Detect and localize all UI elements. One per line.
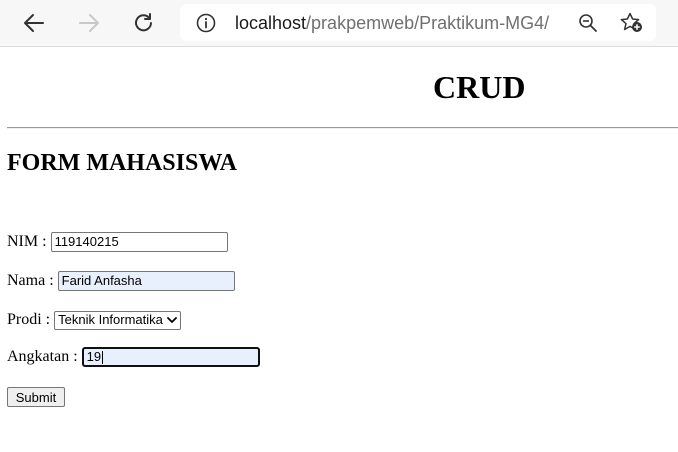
back-button[interactable] <box>18 7 50 39</box>
info-icon[interactable] <box>196 13 216 33</box>
zoom-icon[interactable] <box>578 13 598 33</box>
nim-field[interactable]: 119140215 <box>50 232 228 252</box>
angkatan-value: 19 <box>86 349 102 364</box>
angkatan-field[interactable]: 19 <box>81 347 260 367</box>
forward-button[interactable] <box>73 7 105 39</box>
url-path: /prakpemweb/Praktikum-MG4/ <box>306 13 550 33</box>
nim-row: NIM : 119140215 <box>7 232 228 252</box>
nama-label: Nama : <box>7 272 54 289</box>
nim-value: 119140215 <box>54 234 119 249</box>
page-title: CRUD <box>433 69 526 105</box>
form-title: FORM MAHASISWA <box>7 150 238 176</box>
nama-row: Nama : Farid Anfasha <box>7 271 235 291</box>
url-host: localhost <box>235 13 307 33</box>
favorite-add-icon[interactable] <box>620 12 644 34</box>
prodi-select[interactable]: Teknik Informatika <box>54 310 181 330</box>
nim-label: NIM : <box>7 233 47 250</box>
text-caret <box>102 350 104 364</box>
nama-value: Farid Anfasha <box>61 273 142 288</box>
address-bar[interactable]: localhost/prakpemweb/Praktikum-MG4/ <box>180 4 656 41</box>
browser-toolbar: localhost/prakpemweb/Praktikum-MG4/ <box>0 0 678 47</box>
back-icon <box>24 14 44 32</box>
angkatan-label: Angkatan : <box>7 348 78 365</box>
prodi-row: Prodi : Teknik Informatika <box>7 310 181 330</box>
divider <box>7 127 678 129</box>
prodi-selected: Teknik Informatika <box>58 312 163 327</box>
forward-icon <box>79 14 99 32</box>
submit-button[interactable]: Submit <box>7 387 65 407</box>
angkatan-row: Angkatan : 19 <box>7 347 260 367</box>
reload-button[interactable] <box>128 7 160 39</box>
prodi-label: Prodi : <box>7 311 51 328</box>
chevron-down-icon <box>166 317 177 323</box>
nama-field[interactable]: Farid Anfasha <box>57 271 235 291</box>
reload-icon <box>135 13 152 32</box>
url-text[interactable]: localhost/prakpemweb/Praktikum-MG4/ <box>235 12 549 34</box>
